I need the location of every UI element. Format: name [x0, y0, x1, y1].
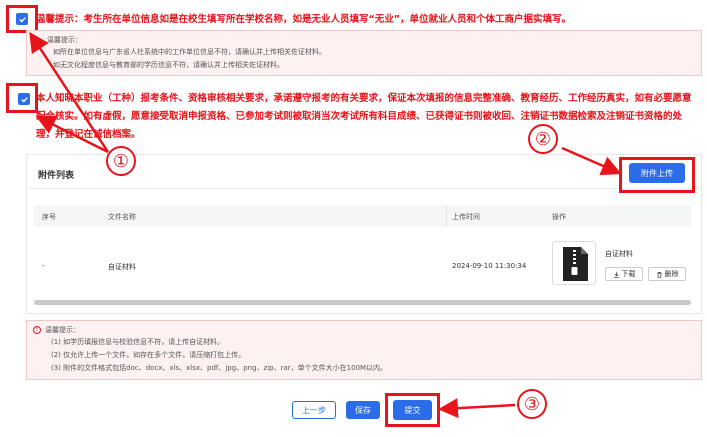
annotation-number-3: ③ — [517, 389, 547, 419]
annotation-number-1: ① — [106, 146, 136, 176]
annotation-arrows — [29, 31, 622, 419]
arrow-2 — [561, 146, 622, 176]
annotation-number-2: ② — [528, 124, 558, 154]
arrow-3 — [438, 398, 516, 419]
arrow-1a — [29, 31, 110, 153]
